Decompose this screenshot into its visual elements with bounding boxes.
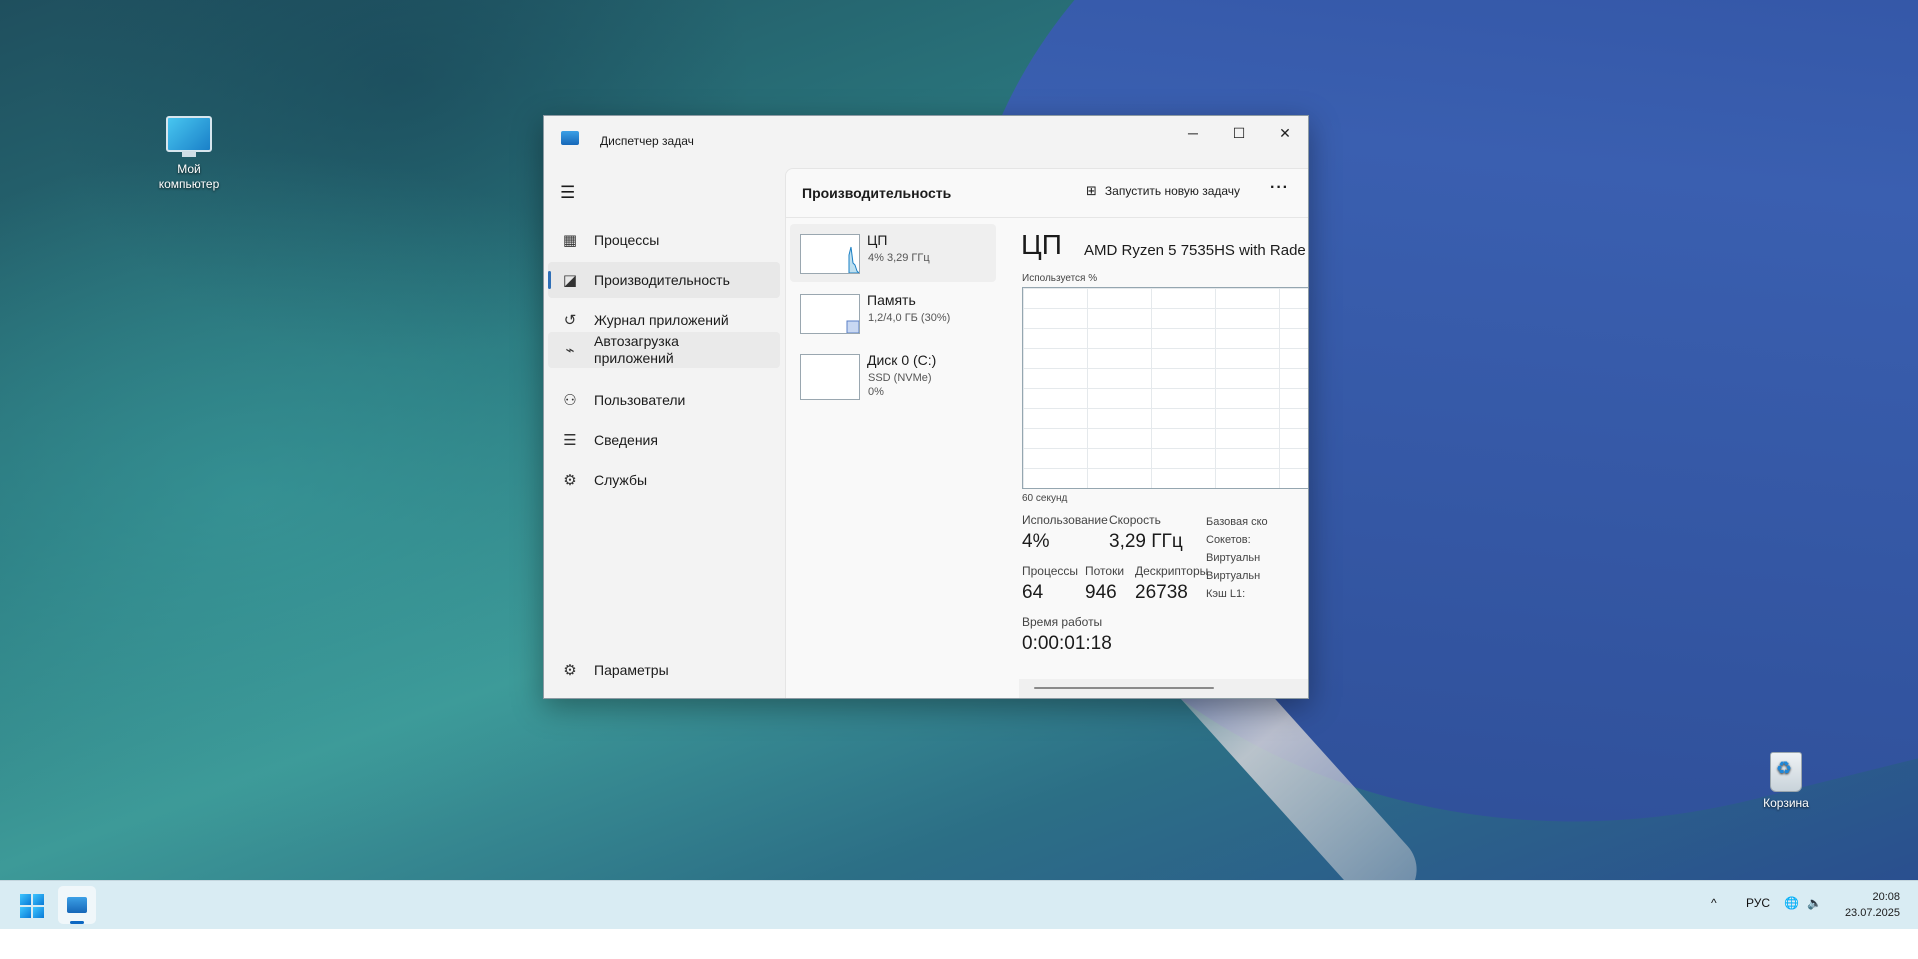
- cpu-model: AMD Ryzen 5 7535HS with Rade: [1084, 242, 1306, 259]
- sidebar-item-label: Процессы: [594, 231, 660, 248]
- sidebar-item-label: Производительность: [594, 271, 730, 288]
- minimize-button[interactable]: ─: [1170, 116, 1216, 150]
- resource-sub: 4% 3,29 ГГц: [868, 252, 930, 264]
- desktop-icon-recycle-bin[interactable]: ♻ Корзина: [1741, 752, 1831, 811]
- active-indicator: [70, 921, 84, 924]
- users-icon: ⚇: [563, 392, 577, 409]
- sidebar-item-label: Сведения: [594, 431, 658, 448]
- computer-icon: [166, 116, 212, 157]
- sidebar-item-details[interactable]: ☰ Сведения: [548, 422, 780, 458]
- sidebar-item-label: Журнал приложений: [594, 311, 729, 328]
- sidebar-item-label: Службы: [594, 471, 648, 488]
- task-manager-window: Диспетчер задач ─ ☐ ✕ ☰ ▦ Процессы ◪ Про…: [543, 115, 1309, 699]
- cpu-detail-panel: ЦП AMD Ryzen 5 7535HS with Rade Использу…: [1021, 217, 1308, 687]
- hamburger-menu-icon[interactable]: ☰: [560, 183, 575, 203]
- page-title: Производительность: [802, 185, 952, 201]
- run-new-task-button[interactable]: ⊞ Запустить новую задачу: [1086, 183, 1240, 199]
- services-icon: ⚙: [563, 472, 577, 489]
- desktop-icon-my-computer[interactable]: Мой компьютер: [144, 116, 234, 192]
- memory-thumbnail-graph: [800, 294, 860, 334]
- details-icon: ☰: [563, 432, 577, 449]
- windows-start-icon[interactable]: [20, 894, 44, 918]
- sidebar: ☰ ▦ Процессы ◪ Производительность ↺ Журн…: [544, 164, 784, 698]
- stat-threads: Потоки 946: [1085, 564, 1125, 603]
- desktop-icon-label: Мой компьютер: [158, 162, 220, 191]
- performance-icon: ◪: [562, 272, 578, 289]
- sidebar-item-label: Параметры: [594, 661, 669, 678]
- resource-item-disk[interactable]: Диск 0 (C:) SSD (NVMe) 0%: [790, 344, 996, 402]
- resource-name: Диск 0 (C:): [867, 352, 937, 368]
- task-manager-icon: [561, 131, 579, 145]
- detail-title: ЦП: [1021, 229, 1062, 260]
- sidebar-item-label: Пользователи: [594, 391, 686, 408]
- gear-icon: ⚙: [563, 662, 577, 679]
- more-options-button[interactable]: ···: [1270, 179, 1289, 197]
- usage-graph-label: Используется %: [1022, 273, 1098, 284]
- task-manager-icon: [67, 897, 87, 913]
- resource-item-memory[interactable]: Память 1,2/4,0 ГБ (30%): [790, 284, 996, 342]
- content-header: Производительность ⊞ Запустить новую зад…: [786, 169, 1308, 218]
- language-indicator[interactable]: РУС: [1746, 896, 1770, 910]
- startup-icon: ⌁: [565, 342, 575, 359]
- resource-sub: 1,2/4,0 ГБ (30%): [868, 312, 951, 324]
- performance-content: Производительность ⊞ Запустить новую зад…: [785, 168, 1308, 698]
- title-bar[interactable]: Диспетчер задач ─ ☐ ✕: [544, 116, 1308, 164]
- disk-thumbnail-graph: [800, 354, 860, 400]
- resource-item-cpu[interactable]: ЦП 4% 3,29 ГГц: [790, 224, 996, 282]
- chevron-up-icon[interactable]: ^: [1711, 896, 1717, 910]
- stat-handles: Дескрипторы 26738: [1135, 564, 1209, 603]
- scrollbar-thumb[interactable]: [1034, 687, 1214, 689]
- stat-uptime: Время работы 0:00:01:18: [1022, 615, 1112, 654]
- sidebar-item-services[interactable]: ⚙ Службы: [548, 462, 780, 498]
- run-new-task-label: Запустить новую задачу: [1104, 184, 1241, 198]
- cpu-usage-graph: [1022, 287, 1308, 489]
- sidebar-item-processes[interactable]: ▦ Процессы: [548, 222, 780, 258]
- new-task-icon: ⊞: [1086, 183, 1097, 198]
- network-icon[interactable]: 🌐: [1784, 896, 1799, 910]
- sidebar-item-users[interactable]: ⚇ Пользователи: [548, 382, 780, 418]
- stat-usage: Использование 4%: [1022, 513, 1108, 552]
- resource-name: ЦП: [867, 232, 888, 248]
- processes-icon: ▦: [562, 232, 578, 249]
- resource-sub: SSD (NVMe) 0%: [868, 372, 932, 398]
- sidebar-item-settings[interactable]: ⚙ Параметры: [548, 652, 780, 688]
- taskbar: ^ РУС 🌐 🔈 20:08 23.07.2025: [0, 880, 1918, 929]
- graph-time-label: 60 секунд: [1022, 493, 1068, 504]
- volume-icon[interactable]: 🔈: [1807, 896, 1822, 910]
- taskbar-task-manager-button[interactable]: [58, 886, 96, 924]
- stat-processes: Процессы 64: [1022, 564, 1079, 603]
- clock[interactable]: 20:08 23.07.2025: [1838, 889, 1900, 921]
- close-button[interactable]: ✕: [1262, 116, 1308, 150]
- sidebar-item-label: Автозагрузка приложений: [594, 333, 679, 366]
- sidebar-item-startup-apps[interactable]: ⌁ Автозагрузка приложений: [548, 332, 780, 368]
- cpu-side-info: Базовая ско Сокетов: Виртуальн Виртуальн…: [1206, 516, 1268, 600]
- resource-name: Память: [867, 292, 916, 308]
- history-icon: ↺: [563, 312, 577, 329]
- maximize-button[interactable]: ☐: [1216, 116, 1262, 150]
- sidebar-item-performance[interactable]: ◪ Производительность: [548, 262, 780, 298]
- horizontal-scrollbar[interactable]: [1019, 679, 1308, 698]
- cpu-thumbnail-graph: [800, 234, 860, 274]
- window-title: Диспетчер задач: [600, 134, 694, 148]
- recycle-bin-icon: ♻: [1770, 752, 1802, 792]
- stat-speed: Скорость 3,29 ГГц: [1109, 513, 1183, 552]
- desktop-icon-label: Корзина: [1763, 796, 1809, 810]
